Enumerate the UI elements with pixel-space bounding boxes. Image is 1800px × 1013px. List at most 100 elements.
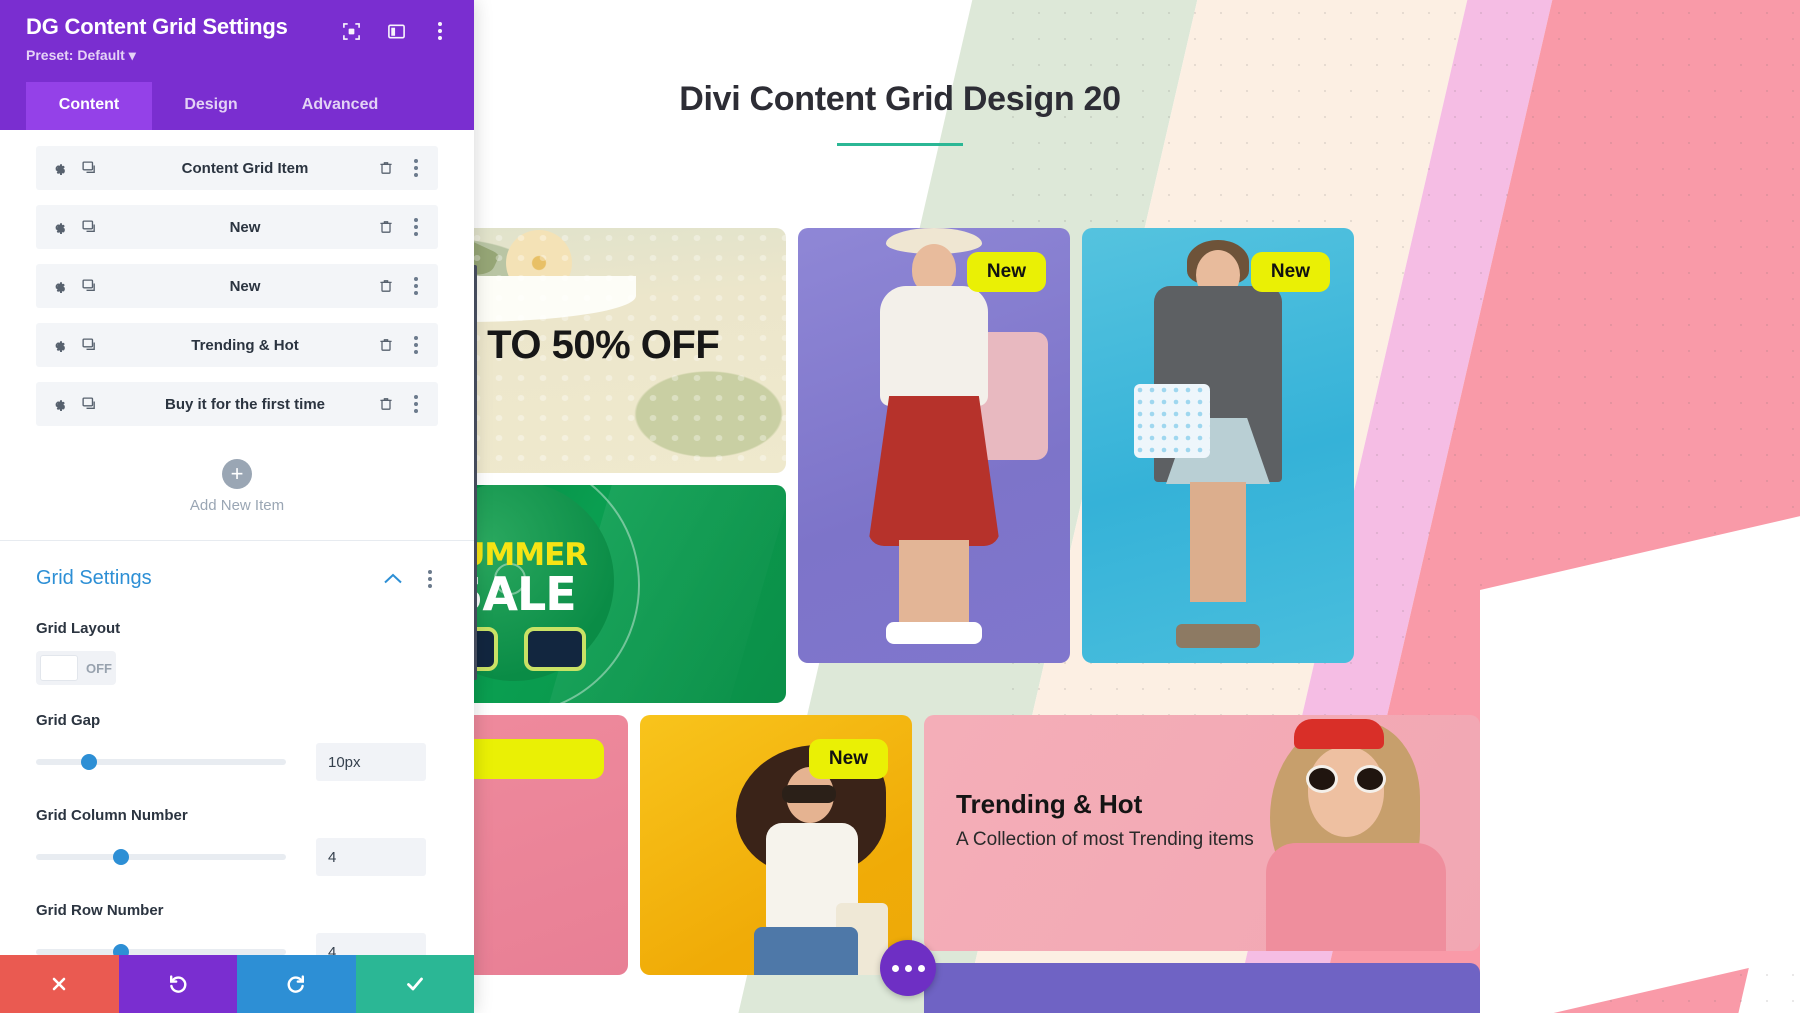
tab-content[interactable]: Content <box>26 82 152 130</box>
grid-settings-section: Grid Settings Grid Layout OFF Grid Gap 1… <box>0 541 474 955</box>
list-item[interactable]: Content Grid Item <box>36 146 438 190</box>
list-item[interactable]: Buy it for the first time <box>36 382 438 426</box>
list-item-label: Buy it for the first time <box>164 395 325 413</box>
undo-icon <box>169 975 187 993</box>
grid-gap-input[interactable] <box>316 743 426 781</box>
shoes-graphic <box>886 622 982 644</box>
undo-button[interactable] <box>118 955 237 1013</box>
check-icon <box>406 977 423 991</box>
kebab-menu-icon[interactable] <box>408 216 424 238</box>
headband-graphic <box>1294 719 1384 749</box>
trash-icon[interactable] <box>378 337 394 353</box>
kebab-menu-icon[interactable] <box>432 20 448 42</box>
grid-column-slider[interactable] <box>36 849 286 865</box>
settings-panel: DG Content Grid Settings Preset: Default… <box>0 0 474 1013</box>
ellipsis-icon-dot <box>891 964 899 972</box>
slider-thumb[interactable] <box>80 754 97 770</box>
chevron-up-icon[interactable] <box>384 573 402 584</box>
panel-tabs: Content Design Advanced <box>26 82 448 130</box>
toggle-knob <box>40 655 78 681</box>
tab-advanced[interactable]: Advanced <box>270 82 410 130</box>
duplicate-icon[interactable] <box>81 219 98 236</box>
add-new-item-label: Add New Item <box>189 497 285 514</box>
grid-column-input[interactable] <box>316 838 426 876</box>
kebab-menu-icon[interactable] <box>422 568 438 590</box>
status-badge: New <box>808 739 888 779</box>
gear-icon[interactable] <box>50 337 67 354</box>
heels-graphic <box>1176 624 1260 648</box>
ellipsis-icon-dot <box>904 964 912 972</box>
panel-title: DG Content Grid Settings <box>26 14 288 39</box>
trending-heading: Trending & Hot <box>956 789 1143 819</box>
skirt-graphic <box>868 396 1000 546</box>
grid-col-right: Trending & Hot A Collection of most Tren… <box>924 715 1480 1013</box>
duplicate-icon[interactable] <box>81 337 98 354</box>
duplicate-icon[interactable] <box>81 396 98 413</box>
focus-icon[interactable] <box>342 22 361 41</box>
divi-builder-screen: Divi Content Grid Design 20 UP TO 50% OF… <box>0 0 1800 1013</box>
card-bottom-strip[interactable] <box>924 963 1480 1013</box>
grid-settings-title: Grid Settings <box>36 567 152 589</box>
trash-icon[interactable] <box>378 396 394 412</box>
slider-thumb[interactable] <box>113 849 129 865</box>
grid-row-1: UP TO 50% OFF SUMMER SALE New New <box>356 228 1586 703</box>
preset-selector[interactable]: Preset: Default ▾ <box>26 47 288 64</box>
add-new-item-button[interactable]: + Add New Item <box>0 441 474 540</box>
list-item[interactable]: Trending & Hot <box>36 323 438 367</box>
kebab-menu-icon[interactable] <box>408 393 424 415</box>
close-icon <box>52 977 66 991</box>
legs-graphic <box>899 540 969 626</box>
gear-icon[interactable] <box>50 278 67 295</box>
toggle-state-label: OFF <box>86 660 112 676</box>
trash-icon[interactable] <box>378 278 394 294</box>
trash-icon[interactable] <box>378 160 394 176</box>
field-label: Grid Layout <box>36 620 121 637</box>
slider-thumb[interactable] <box>113 944 129 955</box>
field-label: Grid Column Number <box>36 807 188 824</box>
list-item-label: Content Grid Item <box>181 159 309 177</box>
content-grid: UP TO 50% OFF SUMMER SALE New New New Tr… <box>356 228 1586 1013</box>
floating-options-button[interactable] <box>880 940 936 996</box>
card-model-purple[interactable]: New <box>798 228 1070 663</box>
field-grid-column-number: Grid Column Number <box>36 807 438 876</box>
grid-row-slider[interactable] <box>36 944 286 955</box>
grid-row-input[interactable] <box>316 933 426 955</box>
legs-graphic <box>1190 482 1246 602</box>
content-item-list: Content Grid Item New New Trending & Hot… <box>0 130 474 426</box>
layout-icon[interactable] <box>387 22 406 41</box>
card-trending-hot[interactable]: Trending & Hot A Collection of most Tren… <box>924 715 1480 951</box>
list-item[interactable]: New <box>36 205 438 249</box>
duplicate-icon[interactable] <box>81 160 98 177</box>
tab-design[interactable]: Design <box>152 82 270 130</box>
list-item[interactable]: New <box>36 264 438 308</box>
field-label: Grid Row Number <box>36 902 164 919</box>
redo-icon <box>287 975 305 993</box>
kebab-menu-icon[interactable] <box>408 334 424 356</box>
list-item-label: New <box>229 218 261 236</box>
field-grid-gap: Grid Gap <box>36 712 438 781</box>
panel-body: Content Grid Item New New Trending & Hot… <box>0 130 474 955</box>
grid-gap-slider[interactable] <box>36 754 286 770</box>
shopping-bag-graphic <box>1134 384 1210 458</box>
card-model-cyan[interactable]: New <box>1082 228 1354 663</box>
ellipsis-icon-dot <box>917 964 925 972</box>
kebab-menu-icon[interactable] <box>408 157 424 179</box>
plus-icon[interactable]: + <box>222 459 252 489</box>
save-button[interactable] <box>355 955 474 1013</box>
gear-icon[interactable] <box>50 160 67 177</box>
grid-layout-toggle[interactable]: OFF <box>36 651 116 685</box>
field-grid-layout: Grid Layout OFF <box>36 620 438 686</box>
duplicate-icon[interactable] <box>81 278 98 295</box>
redo-button[interactable] <box>237 955 356 1013</box>
title-underline <box>837 143 963 146</box>
kebab-menu-icon[interactable] <box>408 275 424 297</box>
gear-icon[interactable] <box>50 396 67 413</box>
model-figure-purple <box>798 228 1070 663</box>
card-model-yellow[interactable]: New <box>640 715 912 975</box>
grid-row-2: New New <box>356 715 1586 1013</box>
model-figure-cyan <box>1082 228 1354 663</box>
cancel-button[interactable] <box>0 955 119 1013</box>
gear-icon[interactable] <box>50 219 67 236</box>
trash-icon[interactable] <box>378 219 394 235</box>
lens-right <box>524 627 586 671</box>
